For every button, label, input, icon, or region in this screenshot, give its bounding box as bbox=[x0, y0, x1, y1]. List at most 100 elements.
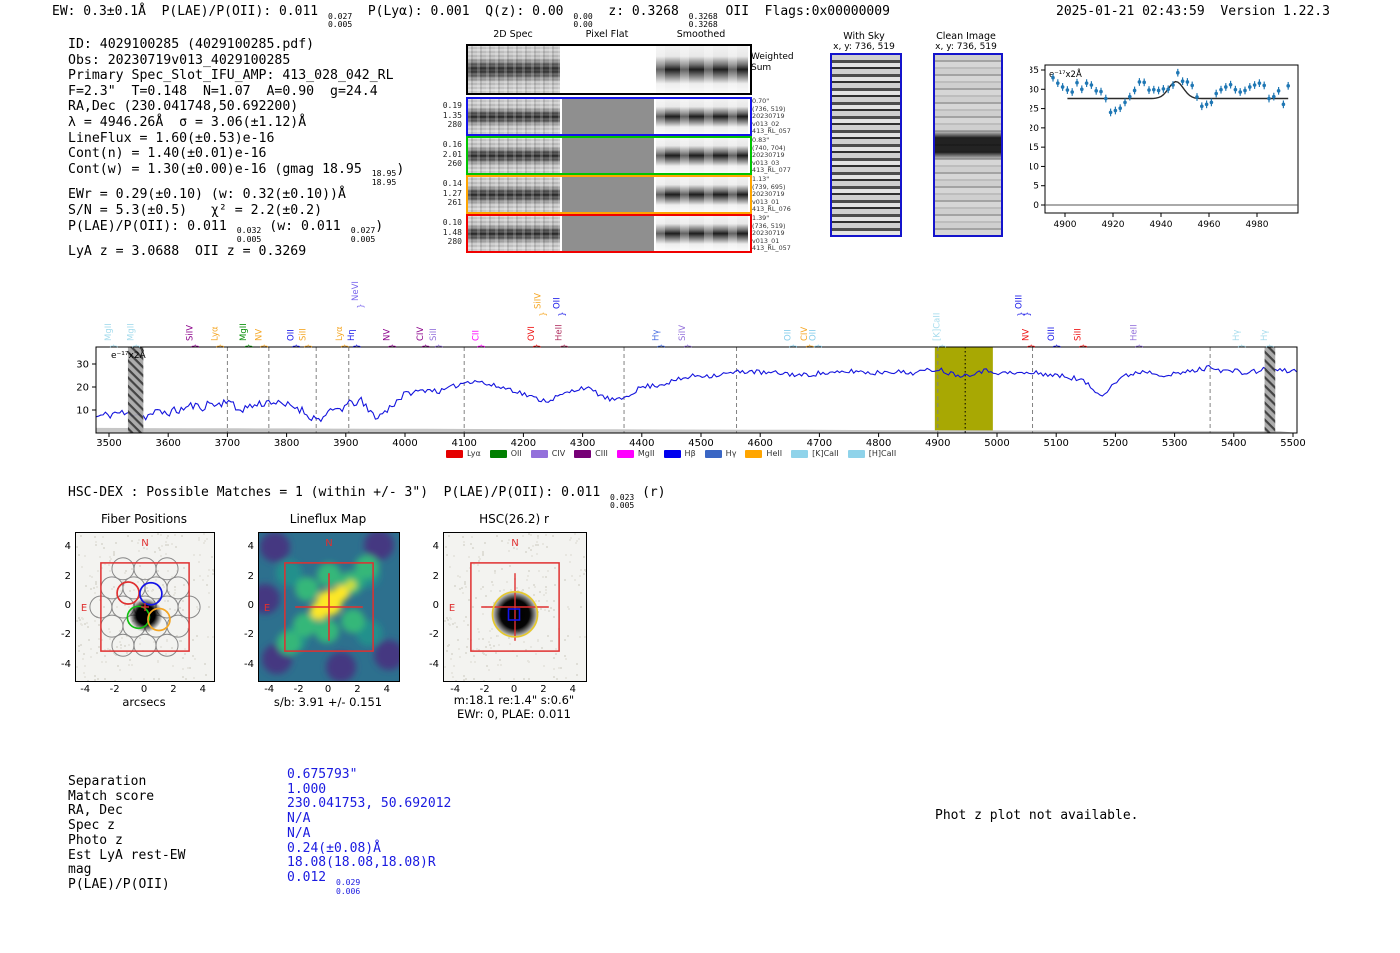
svg-text:{: { bbox=[260, 343, 269, 348]
svg-text:4200: 4200 bbox=[511, 438, 536, 449]
fiber-2d-row bbox=[466, 175, 752, 214]
svg-text:5500: 5500 bbox=[1280, 438, 1305, 449]
svg-text:[K]CaII: [K]CaII bbox=[933, 313, 943, 341]
legend-swatch bbox=[446, 450, 463, 458]
legend-swatch bbox=[705, 450, 722, 458]
axis-tick-label: 2 bbox=[234, 571, 254, 582]
svg-text:Lyα: Lyα bbox=[210, 326, 220, 341]
svg-text:E: E bbox=[449, 603, 455, 614]
svg-text:{: { bbox=[244, 343, 253, 348]
svg-text:{: { bbox=[1265, 343, 1274, 348]
weighted-sum-row bbox=[466, 44, 752, 95]
svg-text:{: { bbox=[304, 343, 313, 348]
info-line: RA,Dec (230.041748,50.692200) bbox=[68, 99, 404, 115]
info-line: LyA z = 3.0688 OII z = 0.3269 bbox=[68, 244, 404, 260]
fiber-weight-value: 261 bbox=[438, 198, 462, 208]
fiber-annotation-line: 413_RL_077 bbox=[752, 167, 796, 175]
legend-item: CIII bbox=[574, 449, 608, 458]
fiber-row-weights: 0.162.01260 bbox=[438, 140, 462, 169]
fiber-smoothed-image bbox=[656, 216, 748, 251]
axis-tick-label: -2 bbox=[105, 684, 125, 695]
fiber-annotation-line: 413_RL_076 bbox=[752, 206, 796, 214]
svg-text:20: 20 bbox=[1030, 124, 1039, 134]
legend-label: Hβ bbox=[685, 449, 696, 458]
info-line: Cont(n) = 1.40(±0.01)e-16 bbox=[68, 146, 404, 162]
fiber-weight-value: 2.01 bbox=[438, 150, 462, 160]
lineflux-caption: s/b: 3.91 +/- 0.151 bbox=[248, 695, 408, 709]
svg-text:Hγ: Hγ bbox=[1232, 330, 1242, 341]
with-sky-coords: x, y: 736, 519 bbox=[826, 42, 902, 52]
axis-tick-label: -4 bbox=[259, 684, 279, 695]
fiber-annotation-line: 413_RL_057 bbox=[752, 128, 796, 136]
info-line: LineFlux = 1.60(±0.53)e-16 bbox=[68, 131, 404, 147]
svg-text:OII: OII bbox=[553, 297, 563, 309]
svg-text:{: { bbox=[191, 343, 200, 348]
hsc-cutout-image: NE bbox=[444, 533, 586, 681]
info-line: F=2.3" T=0.148 N=1.07 A=0.90 g=24.4 bbox=[68, 84, 404, 100]
svg-text:SiIV: SiIV bbox=[534, 293, 544, 309]
svg-text:OII: OII bbox=[783, 329, 793, 341]
header-datetime-version: 2025-01-21 02:43:59 Version 1.22.3 bbox=[1056, 4, 1330, 19]
col-header-pixelflat: Pixel Flat bbox=[561, 29, 653, 40]
match-row-label: Separation bbox=[68, 774, 185, 789]
svg-text:E: E bbox=[81, 603, 87, 614]
svg-text:SiIV: SiIV bbox=[678, 325, 688, 341]
svg-text:{: { bbox=[560, 343, 569, 348]
svg-text:15: 15 bbox=[1030, 143, 1039, 153]
svg-text:3500: 3500 bbox=[96, 438, 121, 449]
fiber-weight-value: 1.27 bbox=[438, 189, 462, 199]
fiber-row-weights: 0.191.35280 bbox=[438, 101, 462, 130]
svg-text:MgII: MgII bbox=[126, 323, 136, 341]
svg-text:4500: 4500 bbox=[688, 438, 713, 449]
header-datetime: 2025-01-21 02:43:59 bbox=[1056, 4, 1205, 19]
axis-tick-label: -2 bbox=[234, 629, 254, 640]
svg-text:NV: NV bbox=[1021, 329, 1031, 341]
legend-swatch bbox=[617, 450, 634, 458]
with-sky-image bbox=[830, 53, 902, 237]
svg-text:{: { bbox=[539, 311, 548, 316]
svg-text:3800: 3800 bbox=[274, 438, 299, 449]
fiber-row-weights: 0.101.48280 bbox=[438, 218, 462, 247]
axis-tick-label: -2 bbox=[289, 684, 309, 695]
axis-tick-label: -2 bbox=[419, 629, 439, 640]
axis-tick-label: -4 bbox=[445, 684, 465, 695]
svg-text:{: { bbox=[1079, 343, 1088, 348]
fiber-positions-title: Fiber Positions bbox=[75, 512, 213, 526]
svg-text:{: { bbox=[1052, 343, 1061, 348]
header-version: Version 1.22.3 bbox=[1220, 4, 1330, 19]
legend-label: CIV bbox=[552, 449, 565, 458]
svg-text:OVI: OVI bbox=[527, 326, 537, 341]
svg-text:5: 5 bbox=[1033, 182, 1039, 192]
match-row-label: mag bbox=[68, 862, 185, 877]
fiber-positions-panel: NE bbox=[75, 532, 215, 682]
fiber-2dspec-image bbox=[468, 99, 560, 134]
fiber-weight-value: 0.19 bbox=[438, 101, 462, 111]
legend-item: OII bbox=[490, 449, 522, 458]
axis-tick-label: -2 bbox=[51, 629, 71, 640]
svg-text:{: { bbox=[533, 343, 542, 348]
axis-tick-label: 2 bbox=[419, 571, 439, 582]
info-line: ID: 4029100285 (4029100285.pdf) bbox=[68, 37, 404, 53]
hsc-cutout-title: HSC(26.2) r bbox=[443, 512, 585, 526]
full-spectrum-plot: 1020303500360037003800390040004100420043… bbox=[0, 265, 1400, 465]
fiber-pixelflat-image bbox=[562, 138, 654, 173]
legend-swatch bbox=[574, 450, 591, 458]
match-row-value: 0.24(±0.08)Å bbox=[287, 841, 451, 856]
svg-text:5300: 5300 bbox=[1162, 438, 1187, 449]
lineflux-map-title: Lineflux Map bbox=[258, 512, 398, 526]
info-line: S/N = 5.3(±0.5) χ² = 2.2(±0.2) bbox=[68, 203, 404, 219]
legend-item: Lyα bbox=[446, 449, 481, 458]
match-row-value: 1.000 bbox=[287, 782, 451, 797]
match-row-value: 0.012 0.0290.006 bbox=[287, 870, 451, 885]
svg-text:Hη: Hη bbox=[347, 329, 357, 341]
fiber-2dspec-image bbox=[468, 138, 560, 173]
elixer-report-page: EW: 0.3±0.1Å P(LAE)/P(OII): 0.011 0.0270… bbox=[0, 0, 1400, 953]
fiber-annotation-line: 413_RL_057 bbox=[752, 245, 796, 253]
weighted-sum-2dspec-image bbox=[468, 46, 560, 93]
info-line: P(LAE)/P(OII): 0.011 0.0320.005 (w: 0.01… bbox=[68, 219, 404, 245]
match-row-value: 18.08(18.08,18.08)R bbox=[287, 855, 451, 870]
info-line: EWr = 0.29(±0.10) (w: 0.32(±0.10))Å bbox=[68, 187, 404, 203]
legend-item: Hβ bbox=[664, 449, 696, 458]
axis-tick-label: 0 bbox=[318, 684, 338, 695]
svg-text:4920: 4920 bbox=[1102, 220, 1125, 230]
